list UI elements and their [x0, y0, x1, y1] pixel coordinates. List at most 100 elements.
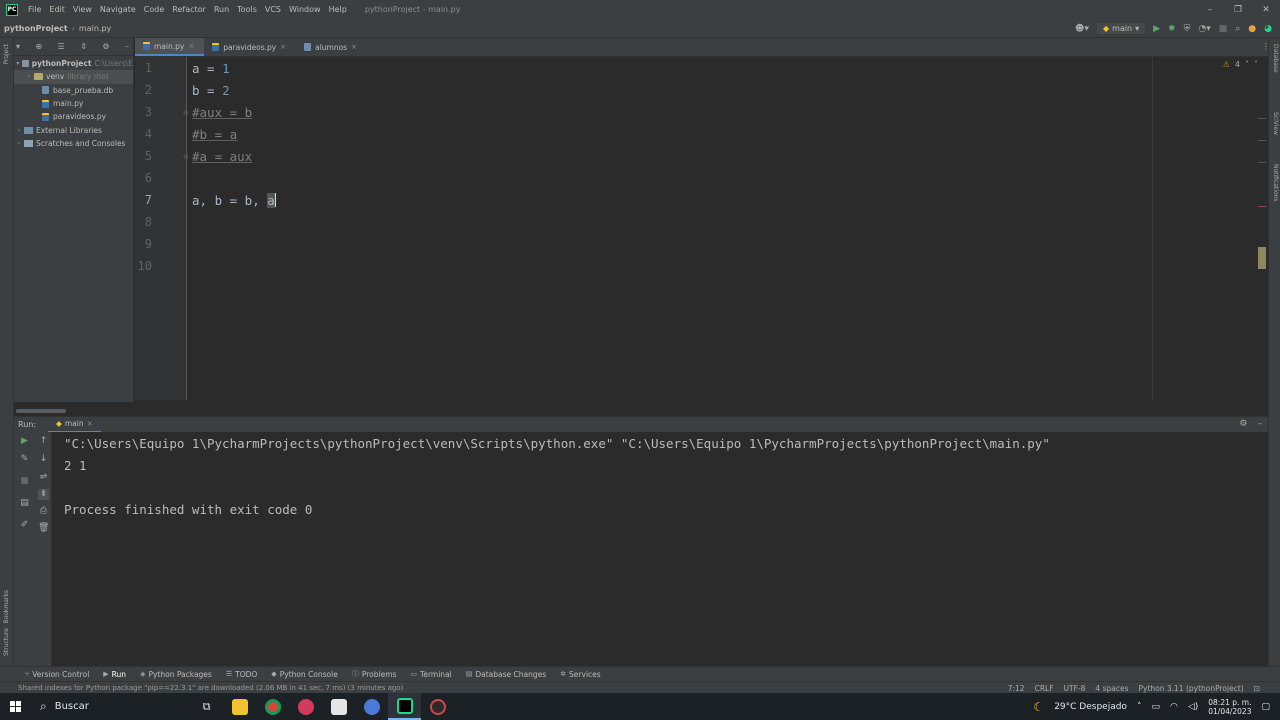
- jetbrains-icon[interactable]: ◕: [1264, 24, 1272, 34]
- status-message[interactable]: Shared indexes for Python package "pip==…: [0, 684, 403, 692]
- caret-position[interactable]: 7:12: [1008, 684, 1025, 693]
- menu-view[interactable]: View: [69, 5, 96, 14]
- layout-icon[interactable]: ▤: [19, 498, 30, 509]
- tool-database-changes[interactable]: ▤ Database Changes: [459, 670, 553, 679]
- run-configuration-select[interactable]: ◆ main ▾: [1096, 23, 1146, 34]
- code-line-3[interactable]: #aux = b: [192, 105, 252, 120]
- file-encoding[interactable]: UTF-8: [1064, 684, 1086, 693]
- tree-item-main-py[interactable]: main.py: [14, 97, 133, 110]
- menu-refactor[interactable]: Refactor: [168, 5, 210, 14]
- tree-item-venv[interactable]: › venv library root: [14, 70, 133, 84]
- coverage-icon[interactable]: ⛨: [1184, 24, 1191, 34]
- tree-item-base-prueba-db[interactable]: base_prueba.db: [14, 84, 133, 97]
- taskbar-app-blue[interactable]: [355, 693, 388, 720]
- vertical-scrollbar-thumb[interactable]: [1258, 247, 1266, 269]
- menu-edit[interactable]: Edit: [45, 5, 69, 14]
- taskbar-calendar[interactable]: [322, 693, 355, 720]
- close-tab-icon[interactable]: ×: [351, 43, 357, 51]
- close-tab-icon[interactable]: ×: [188, 42, 194, 50]
- user-icon[interactable]: ☻▾: [1075, 24, 1089, 34]
- task-view-button[interactable]: ⧉: [190, 693, 223, 720]
- gear-icon[interactable]: ⚙: [102, 42, 109, 51]
- tab-paravideos-py[interactable]: paravideos.py ×: [204, 38, 296, 56]
- python-interpreter[interactable]: Python 3.11 (pythonProject): [1138, 684, 1243, 693]
- run-console-output[interactable]: "C:\Users\Equipo 1\PycharmProjects\pytho…: [52, 432, 1268, 666]
- tool-problems[interactable]: ⓘ Problems: [345, 669, 404, 679]
- collapse-all-icon[interactable]: ☰: [58, 42, 65, 51]
- notification-icon[interactable]: ▢: [1261, 702, 1270, 712]
- sciview-tool-label[interactable]: SciView: [1272, 112, 1279, 135]
- network-icon[interactable]: ◠: [1170, 702, 1178, 712]
- chevron-up-icon[interactable]: ˄: [1137, 702, 1142, 712]
- menu-navigate[interactable]: Navigate: [96, 5, 140, 14]
- search-icon[interactable]: ⌕: [1235, 24, 1240, 34]
- database-tool-label[interactable]: Database: [1272, 44, 1279, 73]
- stop-icon[interactable]: ■: [1219, 24, 1228, 34]
- tree-item-external-libraries[interactable]: › External Libraries: [14, 123, 133, 136]
- trash-icon[interactable]: 🗑: [38, 523, 49, 534]
- taskbar-app-dark[interactable]: [421, 693, 454, 720]
- tool-run[interactable]: ▶ Run: [96, 670, 133, 679]
- indent-setting[interactable]: 4 spaces: [1095, 684, 1128, 693]
- windows-start-button[interactable]: [0, 693, 30, 720]
- update-icon[interactable]: ●: [1248, 24, 1256, 34]
- tree-item-scratches[interactable]: › Scratches and Consoles: [14, 137, 133, 150]
- tool-services[interactable]: ✲ Services: [553, 670, 608, 679]
- project-tool-label[interactable]: Project: [3, 44, 10, 65]
- taskbar-file-explorer[interactable]: [223, 693, 256, 720]
- chevron-down-icon[interactable]: ˅: [1254, 60, 1258, 69]
- scroll-to-end-icon[interactable]: ⇟: [38, 489, 49, 500]
- rerun-icon[interactable]: ▶: [19, 436, 30, 447]
- code-line-5[interactable]: #a = aux: [192, 149, 252, 164]
- soft-wrap-icon[interactable]: ⇌: [38, 472, 49, 483]
- gear-icon[interactable]: ⚙: [1239, 419, 1247, 429]
- code-line-2[interactable]: b = 2: [192, 83, 230, 98]
- menu-run[interactable]: Run: [210, 5, 233, 14]
- minimize-icon[interactable]: –: [1196, 5, 1224, 15]
- clock[interactable]: 08:21 p. m. 01/04/2023: [1208, 698, 1251, 716]
- profile-icon[interactable]: ◔▾: [1198, 24, 1210, 34]
- taskbar-pycharm[interactable]: [388, 693, 421, 720]
- error-stripe-mark[interactable]: [1258, 118, 1266, 119]
- menu-file[interactable]: File: [24, 5, 45, 14]
- bookmarks-tool-label[interactable]: Bookmarks: [3, 590, 10, 624]
- notifications-tool-label[interactable]: Notifications: [1272, 164, 1279, 202]
- breadcrumb-file[interactable]: main.py: [75, 24, 115, 33]
- debug-icon[interactable]: ✹: [1168, 24, 1176, 34]
- code-line-4[interactable]: #b = a: [192, 127, 237, 142]
- menu-vcs[interactable]: VCS: [261, 5, 285, 14]
- horizontal-scrollbar[interactable]: [135, 400, 1268, 410]
- taskbar-chrome[interactable]: [256, 693, 289, 720]
- inspection-widget[interactable]: ⚠ 4 ˄ ˅: [1223, 60, 1258, 69]
- structure-tool-label[interactable]: Structure: [3, 628, 10, 656]
- close-tab-icon[interactable]: ×: [280, 43, 286, 51]
- print-icon[interactable]: ⎙: [38, 506, 49, 517]
- run-tab-main[interactable]: ◆ main ×: [48, 417, 101, 433]
- wrench-icon[interactable]: ✎: [19, 454, 30, 465]
- menu-code[interactable]: Code: [140, 5, 168, 14]
- pin-icon[interactable]: ✐: [19, 520, 30, 531]
- taskbar-app-red[interactable]: [289, 693, 322, 720]
- close-icon[interactable]: ✕: [1252, 5, 1280, 15]
- line-separator[interactable]: CRLF: [1035, 684, 1054, 693]
- arrow-up-icon[interactable]: ↑: [38, 436, 49, 447]
- battery-icon[interactable]: ▭: [1151, 702, 1160, 712]
- menu-help[interactable]: Help: [325, 5, 351, 14]
- menu-tools[interactable]: Tools: [233, 5, 261, 14]
- chevron-up-icon[interactable]: ˄: [1245, 60, 1249, 69]
- tool-python-console[interactable]: ◆ Python Console: [264, 670, 345, 679]
- tool-version-control[interactable]: ⑂ Version Control: [18, 670, 96, 679]
- code-line-7[interactable]: a, b = b, a: [192, 193, 276, 208]
- menu-window[interactable]: Window: [285, 5, 325, 14]
- horizontal-scrollbar-thumb[interactable]: [16, 409, 66, 413]
- maximize-icon[interactable]: ❐: [1224, 5, 1252, 15]
- volume-icon[interactable]: ◁): [1188, 702, 1198, 712]
- lock-icon[interactable]: ⊡: [1254, 684, 1260, 693]
- breadcrumb-project[interactable]: pythonProject: [0, 24, 72, 33]
- hide-icon[interactable]: –: [1258, 419, 1263, 429]
- run-icon[interactable]: ▶: [1153, 24, 1160, 34]
- tool-terminal[interactable]: ▭ Terminal: [403, 670, 458, 679]
- project-view-dropdown[interactable]: ▾: [16, 42, 20, 51]
- error-stripe-mark[interactable]: [1258, 206, 1266, 207]
- stop-icon[interactable]: ■: [19, 476, 30, 487]
